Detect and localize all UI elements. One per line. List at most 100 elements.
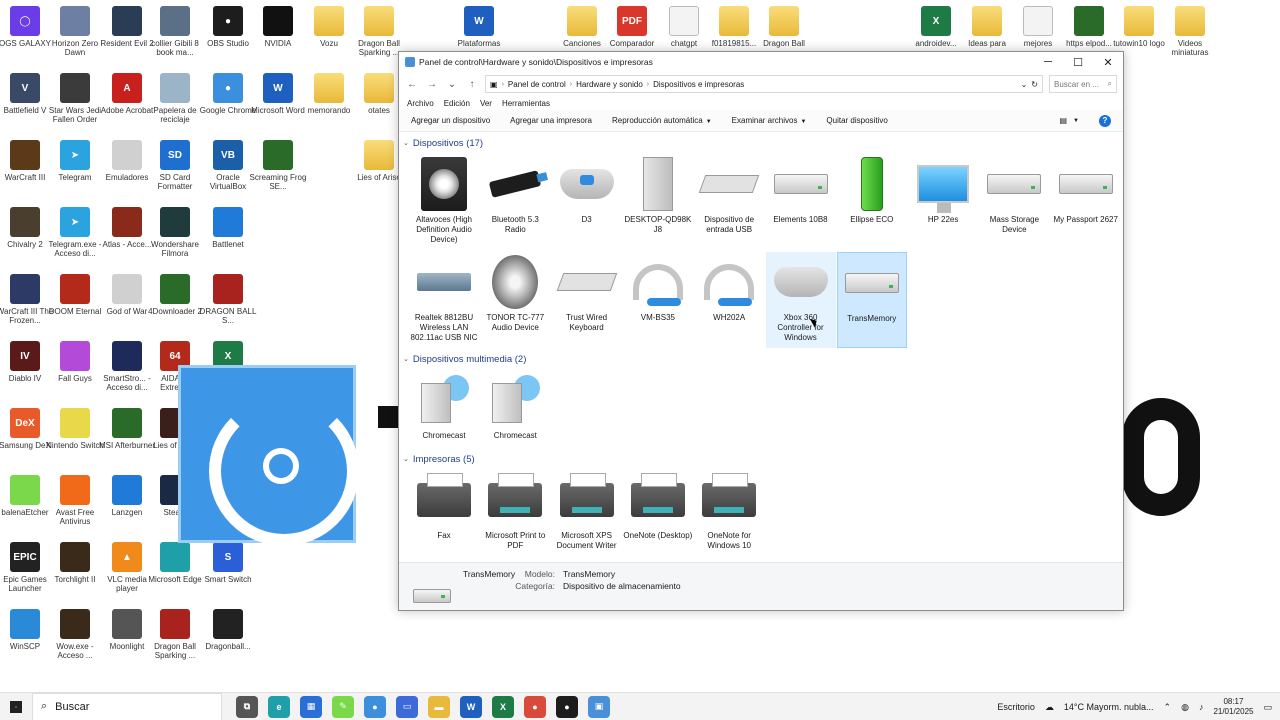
desktop-icon-smart-switch[interactable]: S Smart Switch [203, 542, 253, 584]
device-item-chromecast[interactable]: Chromecast [480, 370, 550, 466]
desktop-icon-oracle-virtualbox[interactable]: VB Oracle VirtualBox [203, 140, 253, 191]
taskbar-pen-icon[interactable]: ✎ [332, 695, 354, 718]
taskbar-folder-icon[interactable]: ▬ [428, 695, 450, 718]
taskbar-word-icon[interactable]: W [460, 695, 482, 718]
desktop-icon-ogs-galaxy[interactable]: ◯ OGS GALAXY [0, 6, 51, 48]
device-item-d3[interactable]: D3 [552, 154, 622, 250]
device-item-onenote-for-windows-10[interactable]: OneNote for Windows 10 [694, 470, 764, 562]
close-button[interactable]: ✕ [1093, 52, 1123, 72]
device-item-elements-10b8[interactable]: Elements 10B8 [766, 154, 836, 250]
group-header-dispositivos-multimedia-2[interactable]: ⌄ Dispositivos multimedia (2) [403, 352, 526, 366]
desktop-icon-resident-evil-2[interactable]: Resident Evil 2 [100, 6, 154, 48]
device-item-dispositivo-de-entrada-usb[interactable]: Dispositivo de entrada USB [694, 154, 764, 250]
chevron-up-icon[interactable]: ⌃ [1164, 702, 1172, 713]
weather-text[interactable]: 14°C Mayorm. nubla... [1064, 702, 1154, 712]
taskbar-chrome-2-icon[interactable]: ● [524, 695, 546, 718]
desktop-icon-god-of-war[interactable]: God of War [102, 274, 152, 316]
view-dropdown-icon[interactable]: ▼ [1073, 118, 1079, 124]
device-item-microsoft-xps-document-writer[interactable]: Microsoft XPS Document Writer [552, 470, 622, 562]
desktop-icon-vlc-media-player[interactable]: ▲ VLC media player [102, 542, 152, 593]
start-button[interactable] [0, 693, 32, 720]
device-item-ellipse-eco[interactable]: Ellipse ECO [837, 154, 907, 250]
desktop-icon-nintendo-switch[interactable]: Nintendo Switch [46, 408, 104, 450]
refresh-icon[interactable]: ↻ [1031, 80, 1038, 89]
back-arrow-icon[interactable]: ← [405, 79, 419, 90]
device-item-tonor-tc-777-audio-device[interactable]: TONOR TC-777 Audio Device [480, 252, 550, 348]
notifications-icon[interactable]: ▭ [1263, 702, 1272, 713]
desktop-icon-tutowin10-logo[interactable]: tutowin10 logo [1113, 6, 1165, 48]
address-dropdown-icon[interactable]: ⌄ [1021, 80, 1028, 89]
device-item-microsoft-print-to-pdf[interactable]: Microsoft Print to PDF [480, 470, 550, 562]
desktop-icon-smartstro-acceso-di[interactable]: SmartStro... - Acceso di... [102, 341, 152, 392]
quitar-dispositivo-button[interactable]: Quitar dispositivo [826, 116, 887, 125]
desktop-toolbar-label[interactable]: Escritorio [997, 702, 1035, 712]
desktop-icon-avast-free-antivirus[interactable]: Avast Free Antivirus [50, 475, 100, 526]
menu-edici-n[interactable]: Edición [444, 99, 470, 108]
device-item-transmemory[interactable]: TransMemory [836, 252, 907, 348]
desktop-icon-star-wars-jedi-fallen-order[interactable]: Star Wars Jedi Fallen Order [49, 73, 101, 124]
desktop-icon-vozu[interactable]: Vozu [304, 6, 354, 48]
desktop-icon-ideas-para[interactable]: Ideas para [962, 6, 1012, 48]
taskbar-edge-icon[interactable]: e [268, 695, 290, 718]
desktop-icon-screaming-frog-se[interactable]: Screaming Frog SE... [250, 140, 306, 191]
desktop-icon-dragon-ball-sparking[interactable]: Dragon Ball Sparking ... [354, 6, 404, 57]
menu-archivo[interactable]: Archivo [407, 99, 434, 108]
desktop-icon-wow-exe-acceso[interactable]: Wow.exe - Acceso ... [50, 609, 100, 660]
taskbar-chrome-icon[interactable]: ● [364, 695, 386, 718]
address-bar[interactable]: ▣ › Panel de control › Hardware y sonido… [485, 75, 1043, 93]
desktop-icon-nvidia[interactable]: NVIDIA [253, 6, 303, 48]
desktop-icon-videos-miniaturas[interactable]: Videos miniaturas [1165, 6, 1215, 57]
agregar-una-impresora-button[interactable]: Agregar una impresora [510, 116, 592, 125]
desktop-icon-dragon-ball-s[interactable]: DRAGON BALL S... [200, 274, 256, 325]
desktop-icon-dragonball[interactable]: Dragonball... [203, 609, 253, 651]
desktop-icon-warcraft-iii[interactable]: WarCraft III [0, 140, 50, 182]
device-item-hp-22es[interactable]: HP 22es [908, 154, 978, 250]
device-item-xbox-360-controller-for-windows[interactable]: Xbox 360 Controller for Windows [765, 252, 836, 348]
device-item-realtek-8812bu-wireless-lan-802-11ac-usb-nic[interactable]: Realtek 8812BU Wireless LAN 802.11ac USB… [409, 252, 479, 348]
desktop-icon-sd-card-formatter[interactable]: SD SD Card Formatter [150, 140, 200, 191]
desktop-icon-torchlight-ii[interactable]: Torchlight II [50, 542, 100, 584]
breadcrumb-control-panel[interactable]: Panel de control [508, 80, 566, 89]
chevron-down-icon[interactable]: ⌄ [445, 79, 459, 90]
desktop-icon-lanzgen[interactable]: Lanzgen [102, 475, 152, 517]
desktop-icon-f01819815[interactable]: f01819815... [709, 6, 759, 48]
device-item-altavoces-high-definition-audio-device[interactable]: Altavoces (High Definition Audio Device) [409, 154, 479, 250]
desktop-icon-canciones[interactable]: Canciones [557, 6, 607, 48]
title-bar[interactable]: Panel de control\Hardware y sonido\Dispo… [399, 52, 1123, 72]
help-icon[interactable]: ? [1099, 114, 1111, 127]
clock[interactable]: 08:17 21/01/2025 [1213, 697, 1253, 717]
group-header-impresoras-5[interactable]: ⌄ Impresoras (5) [403, 452, 475, 466]
taskbar-excel-icon[interactable]: X [492, 695, 514, 718]
forward-arrow-icon[interactable]: → [425, 79, 439, 90]
device-item-my-passport-2627[interactable]: My Passport 2627 [1051, 154, 1121, 250]
desktop-icon-fall-guys[interactable]: Fall Guys [50, 341, 100, 383]
desktop-icon-4downloader-2[interactable]: 4Downloader 2 [148, 274, 202, 316]
taskbar-task-view-icon[interactable]: ⧉ [236, 695, 258, 718]
breadcrumb-hardware-sound[interactable]: Hardware y sonido [576, 80, 643, 89]
desktop-icon-wondershare-filmora[interactable]: Wondershare Filmora [150, 207, 200, 258]
taskbar-search[interactable]: ⌕ Buscar [32, 692, 222, 720]
agregar-un-dispositivo-button[interactable]: Agregar un dispositivo [411, 116, 490, 125]
device-item-wh202a[interactable]: WH202A [694, 252, 764, 348]
desktop-icon-telegram[interactable]: ➤ Telegram [50, 140, 100, 182]
desktop-icon-collier-gibili-8-book-ma[interactable]: collier Gibili 8 book ma... [150, 6, 200, 57]
desktop-icon-emuladores[interactable]: Emuladores [102, 140, 152, 182]
search-input[interactable]: Buscar en ... ⌕ [1049, 75, 1117, 93]
network-icon[interactable]: ◍ [1181, 702, 1189, 713]
desktop-icon-chatgpt[interactable]: chatgpt [659, 6, 709, 48]
device-item-onenote-desktop[interactable]: OneNote (Desktop) [623, 470, 693, 562]
desktop-icon-microsoft-word[interactable]: W Microsoft Word [251, 73, 305, 115]
desktop-icon-warcraft-iii-the-frozen[interactable]: WarCraft III The Frozen... [0, 274, 53, 325]
desktop-icon-moonlight[interactable]: Moonlight [102, 609, 152, 651]
desktop-icon-msi-afterburner[interactable]: MSI Afterburner [99, 408, 155, 450]
desktop-icon-mejores[interactable]: mejores [1013, 6, 1063, 48]
desktop-icon-dragon-ball-sparking[interactable]: Dragon Ball Sparking ... [150, 609, 200, 660]
desktop-icon-papelera-de-reciclaje[interactable]: Papelera de reciclaje [150, 73, 200, 124]
menu-ver[interactable]: Ver [480, 99, 492, 108]
view-options-icon[interactable]: ▤ [1059, 116, 1067, 125]
minimize-button[interactable]: ─ [1033, 52, 1063, 72]
desktop-icon-winscp[interactable]: WinSCP [0, 609, 50, 651]
desktop-icon-lies-of-arise[interactable]: Lies of Arise [354, 140, 404, 182]
group-header-dispositivos-17[interactable]: ⌄ Dispositivos (17) [403, 136, 483, 150]
desktop-icon-epic-games-launcher[interactable]: EPIC Epic Games Launcher [0, 542, 50, 593]
